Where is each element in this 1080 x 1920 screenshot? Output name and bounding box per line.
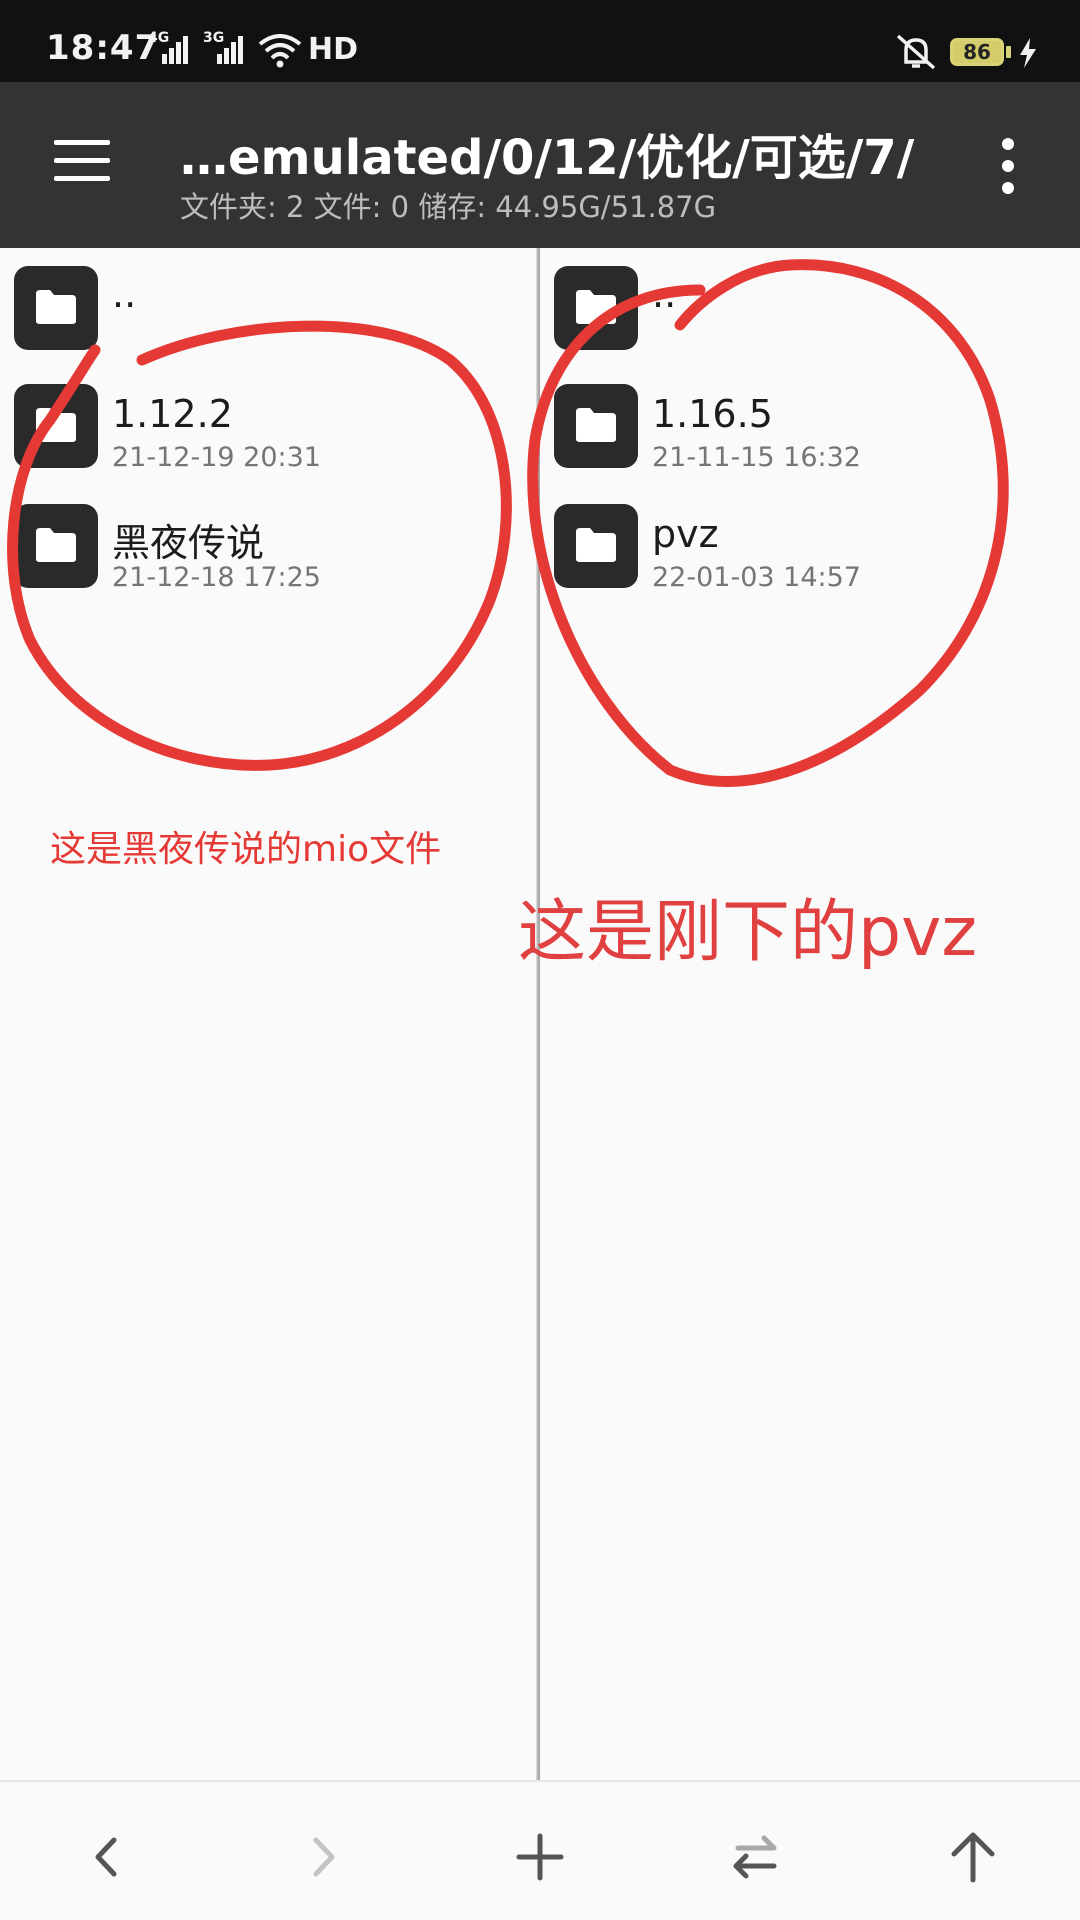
- right-pane: .. 1.16.5 21-11-15 16:32 pvz 22-01-03 14…: [540, 248, 1080, 1780]
- hd-indicator: HD: [308, 32, 359, 67]
- folder-icon: [14, 384, 98, 468]
- forward-icon[interactable]: [288, 1822, 358, 1892]
- battery-nub: [1006, 46, 1011, 58]
- list-item[interactable]: pvz 22-01-03 14:57: [540, 486, 1080, 596]
- battery-icon: 86: [950, 38, 1004, 66]
- signal-icon: 4G: [148, 30, 190, 64]
- item-name: ..: [652, 272, 677, 316]
- menu-icon[interactable]: [52, 138, 112, 186]
- folder-icon: [14, 504, 98, 588]
- item-date: 21-11-15 16:32: [652, 442, 861, 473]
- list-item[interactable]: 1.16.5 21-11-15 16:32: [540, 366, 1080, 476]
- screen: 18:47 4G 3G HD 86 …emulated/0/12/优化/可选/7…: [0, 0, 1080, 1920]
- bottom-nav: [0, 1780, 1080, 1920]
- item-name: ..: [112, 272, 137, 316]
- path-title: …emulated/0/12/优化/可选/7/: [180, 130, 915, 186]
- folder-icon: [554, 266, 638, 350]
- back-icon[interactable]: [72, 1822, 142, 1892]
- list-item-parent[interactable]: ..: [0, 248, 538, 358]
- item-date: 21-12-19 20:31: [112, 442, 321, 473]
- status-time: 18:47: [46, 28, 160, 68]
- app-toolbar: …emulated/0/12/优化/可选/7/ 文件夹: 2 文件: 0 储存:…: [0, 82, 1080, 248]
- item-name: 1.16.5: [652, 392, 773, 436]
- list-item[interactable]: 1.12.2 21-12-19 20:31: [0, 366, 538, 476]
- item-date: 22-01-03 14:57: [652, 562, 861, 593]
- list-item-parent[interactable]: ..: [540, 248, 1080, 358]
- more-options-icon[interactable]: [996, 138, 1020, 194]
- charging-icon: [1020, 38, 1036, 68]
- storage-summary: 文件夹: 2 文件: 0 储存: 44.95G/51.87G: [180, 190, 717, 224]
- item-name: 1.12.2: [112, 392, 233, 436]
- left-pane: .. 1.12.2 21-12-19 20:31 黑夜传说 21-12-18 1…: [0, 248, 538, 1780]
- folder-icon: [554, 504, 638, 588]
- list-item[interactable]: 黑夜传说 21-12-18 17:25: [0, 486, 538, 596]
- item-name: pvz: [652, 512, 719, 556]
- folder-icon: [554, 384, 638, 468]
- wifi-icon: [258, 34, 302, 68]
- item-name: 黑夜传说: [112, 521, 265, 565]
- add-icon[interactable]: [505, 1822, 575, 1892]
- up-icon[interactable]: [938, 1822, 1008, 1892]
- status-bar: 18:47 4G 3G HD 86: [0, 0, 1080, 82]
- item-date: 21-12-18 17:25: [112, 562, 321, 593]
- folder-icon: [14, 266, 98, 350]
- swap-icon[interactable]: [720, 1822, 790, 1892]
- mute-icon: [896, 34, 936, 70]
- signal-icon-2: 3G: [203, 30, 245, 64]
